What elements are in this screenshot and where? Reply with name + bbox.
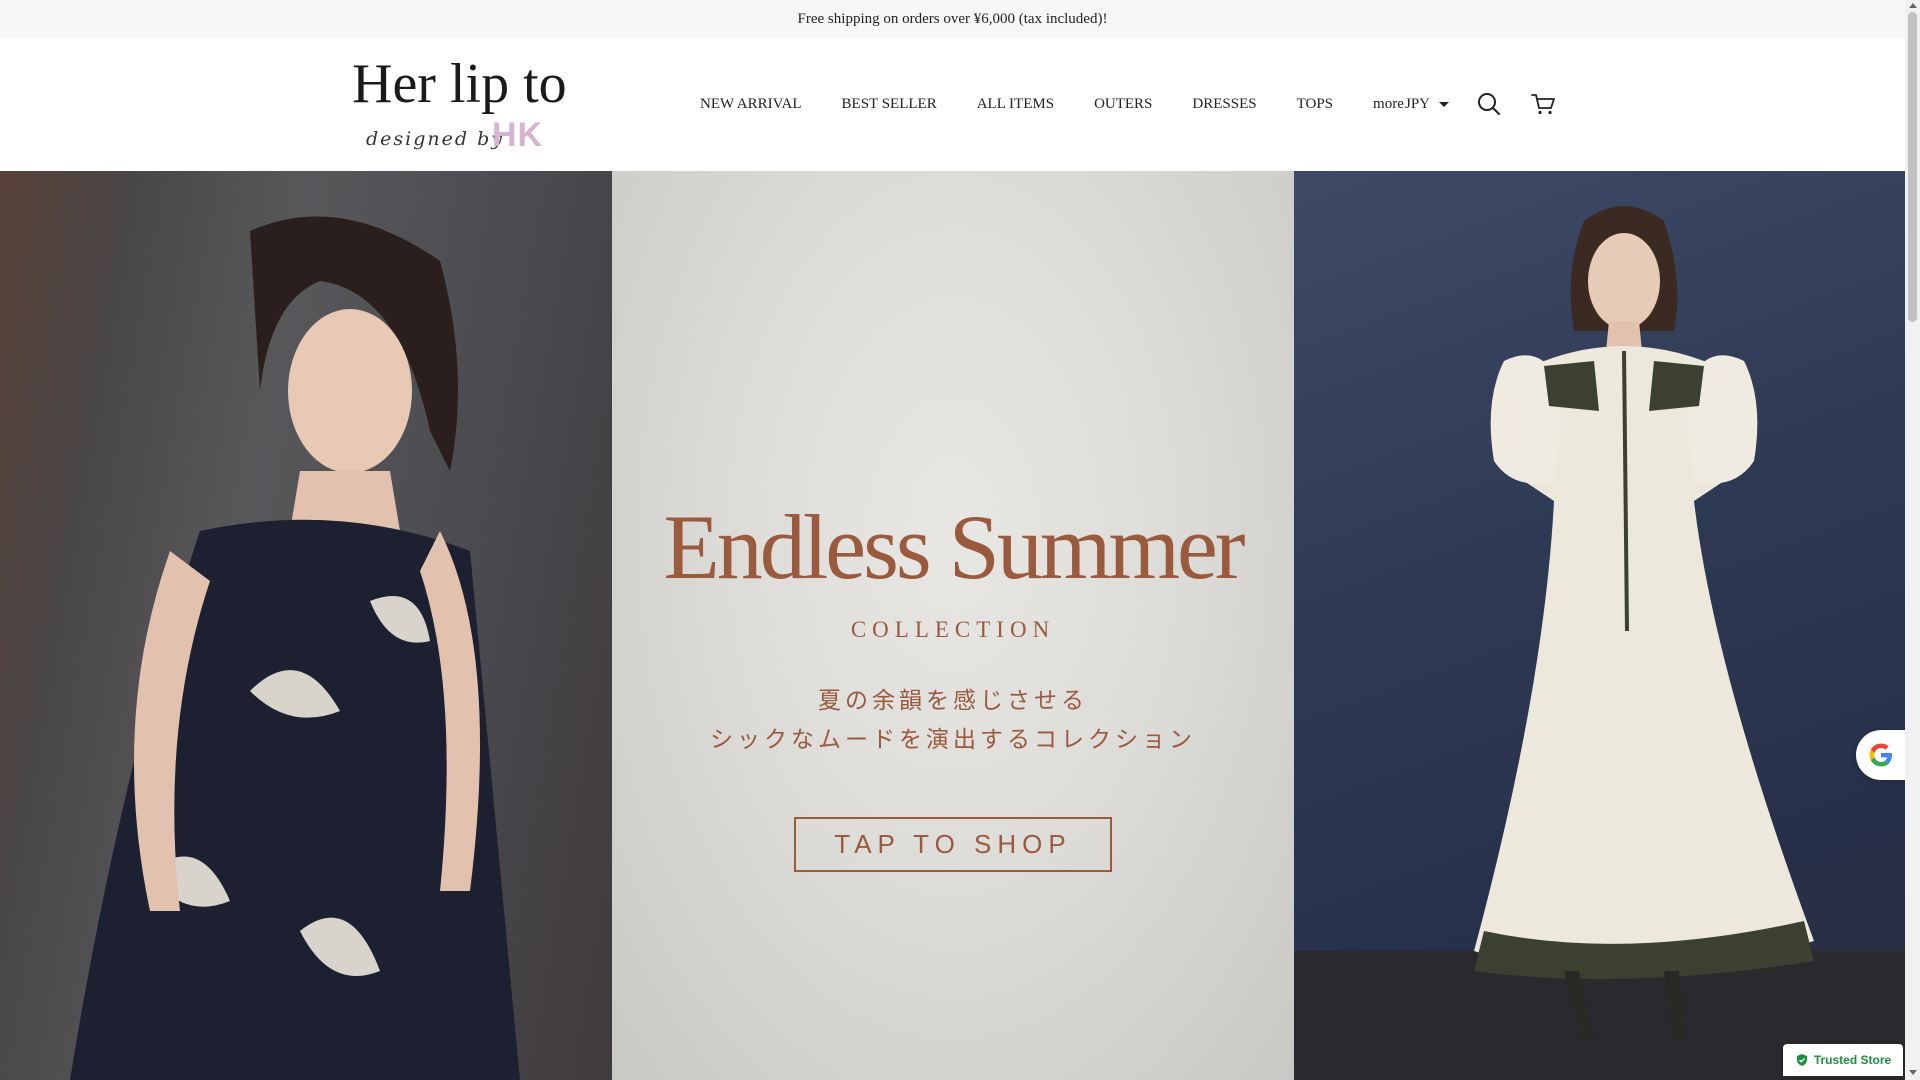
nav-item-more[interactable]: more: [1373, 96, 1404, 113]
hero-tagline-line1: 夏の余韻を感じさせる: [818, 688, 1088, 714]
announcement-bar: Free shipping on orders over ¥6,000 (tax…: [0, 0, 1905, 38]
search-button[interactable]: [1475, 90, 1503, 118]
nav-item-all-items[interactable]: ALL ITEMS: [977, 96, 1054, 113]
logo-tagline: designed by: [366, 128, 504, 150]
main-nav: NEW ARRIVAL BEST SELLER ALL ITEMS OUTERS…: [700, 38, 1444, 171]
page-scrollbar[interactable]: [1905, 0, 1920, 1080]
hero-tagline-line2: シックなムードを演出するコレクション: [710, 727, 1196, 753]
tap-to-shop-button[interactable]: TAP TO SHOP: [794, 817, 1112, 872]
model-figure-left: [70, 216, 520, 1080]
cart-icon: [1531, 94, 1555, 115]
announcement-text: Free shipping on orders over ¥6,000 (tax…: [797, 10, 1108, 27]
hero-left-photo: [0, 171, 612, 1080]
trusted-store-badge[interactable]: Trusted Store: [1783, 1044, 1903, 1076]
hero-banner[interactable]: Endless Summer COLLECTION 夏の余韻を感じさせる シック…: [0, 171, 1905, 1080]
chevron-down-icon: [1439, 102, 1450, 107]
currency-selector[interactable]: JPY: [1405, 38, 1450, 171]
hero-right-photo: [1294, 171, 1905, 1080]
page: Free shipping on orders over ¥6,000 (tax…: [0, 0, 1920, 1080]
search-icon: [1478, 93, 1500, 115]
logo-name: Her lip to: [352, 53, 567, 115]
logo-initials: HK: [492, 116, 544, 154]
hero-center-panel: Endless Summer COLLECTION 夏の余韻を感じさせる シック…: [612, 171, 1294, 1080]
nav-item-new-arrival[interactable]: NEW ARRIVAL: [700, 96, 802, 113]
google-icon: [1869, 743, 1892, 767]
model-figure-right: [1294, 206, 1905, 1080]
nav-item-best-seller[interactable]: BEST SELLER: [842, 96, 937, 113]
nav-item-outers[interactable]: OUTERS: [1094, 96, 1152, 113]
hero-subtitle: COLLECTION: [850, 617, 1056, 642]
scroll-up-arrow-icon[interactable]: [1909, 3, 1917, 8]
currency-label: JPY: [1405, 96, 1431, 112]
hero-title: Endless Summer: [663, 496, 1246, 598]
nav-item-tops[interactable]: TOPS: [1297, 96, 1333, 113]
scrollbar-thumb[interactable]: [1908, 12, 1917, 322]
shield-check-icon: [1796, 1054, 1807, 1066]
cart-button[interactable]: [1529, 90, 1557, 118]
site-header: Her lip to designed by HK NEW ARRIVAL BE…: [0, 38, 1905, 171]
google-badge[interactable]: [1856, 730, 1906, 780]
scroll-down-arrow-icon[interactable]: [1909, 1070, 1917, 1075]
trusted-store-label: Trusted Store: [1813, 1053, 1892, 1067]
nav-item-dresses[interactable]: DRESSES: [1192, 96, 1256, 113]
logo[interactable]: Her lip to designed by HK: [352, 56, 567, 156]
